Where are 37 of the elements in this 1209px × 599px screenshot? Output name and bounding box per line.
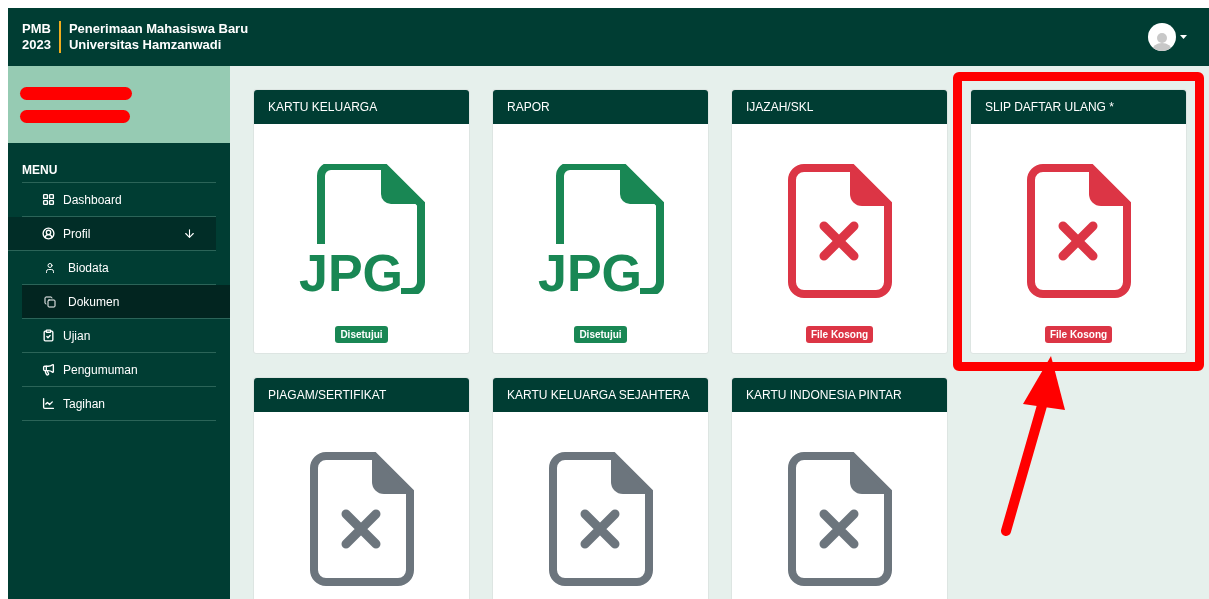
brand-text: 2023 [22,37,51,53]
copy-icon [44,295,56,308]
status-badge: Disetujui [574,326,627,343]
grid-icon [42,193,55,206]
megaphone-icon [42,363,55,376]
card-title: KARTU KELUARGA SEJAHTERA [507,387,690,404]
site-title: Universitas Hamzanwadi [68,37,223,53]
card-title: PIAGAM/SERTIFIKAT [268,387,387,404]
submenu-item[interactable]: Dokumen [22,285,230,319]
chart-line-icon [42,397,55,410]
caret-icon[interactable] [1180,35,1187,39]
card-title: KARTU KELUARGA [268,99,378,116]
card-title: RAPOR [507,99,550,116]
user-icon [44,261,56,274]
missing-file-icon [1026,164,1131,298]
menu-item[interactable]: Profil [8,217,216,251]
arrow-down-icon [183,227,196,240]
menu-item[interactable]: Tagihan [22,387,216,421]
empty-file-icon [548,452,653,586]
brand-text: PMB [22,21,51,37]
card-title: SLIP DAFTAR ULANG * [985,99,1114,116]
empty-file-icon [787,452,892,586]
status-badge: File Kosong [805,326,874,343]
user-circle-icon [42,227,55,240]
menu-item[interactable]: Pengumuman [22,353,216,387]
missing-file-icon [787,164,892,298]
person-silhouette-icon [1151,31,1173,51]
status-badge: Disetujui [335,326,388,343]
empty-file-icon [309,452,414,586]
card-title: IJAZAH/SKL [746,99,814,116]
card-title: KARTU INDONESIA PINTAR [746,387,902,404]
avatar-button[interactable] [1148,23,1176,51]
status-badge: File Kosong [1044,326,1113,343]
menu-heading: MENU [22,157,216,183]
site-title: Penerimaan Mahasiswa Baru [68,21,249,37]
menu-item[interactable]: Ujian [22,319,216,353]
clipboard-icon [42,329,55,342]
